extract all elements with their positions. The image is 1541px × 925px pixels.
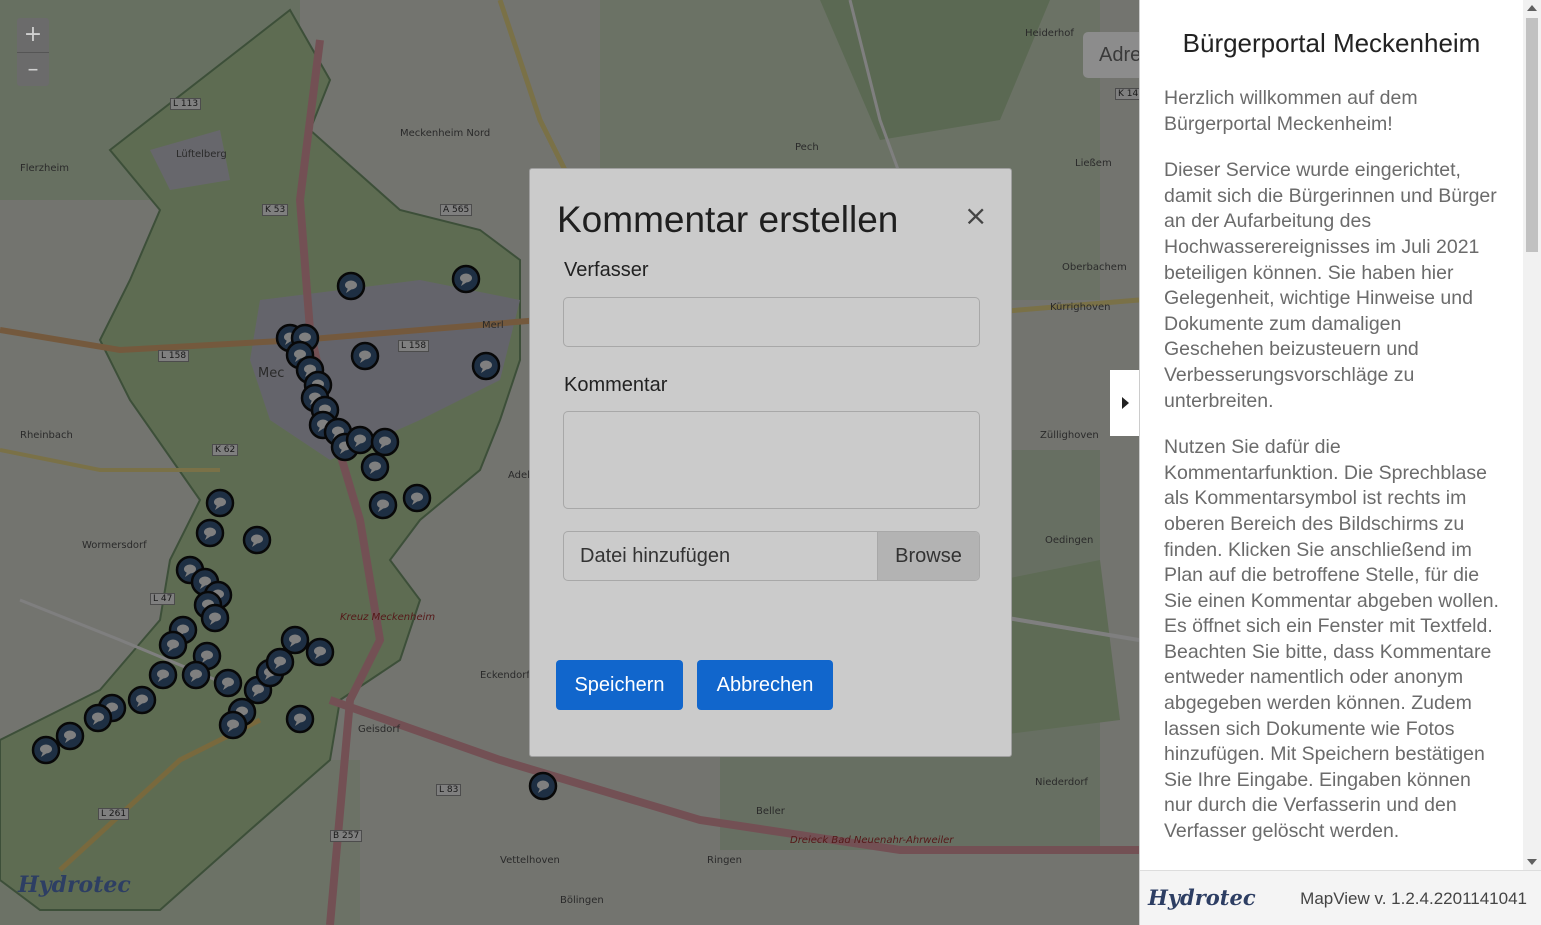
browse-button[interactable]: Browse xyxy=(877,532,979,580)
scroll-down-icon[interactable] xyxy=(1527,859,1537,865)
file-input-label: Datei hinzufügen xyxy=(580,545,731,567)
scrollbar-thumb[interactable] xyxy=(1526,18,1538,252)
panel-paragraph: Herzlich willkommen auf dem Bürgerportal… xyxy=(1164,87,1418,135)
panel-paragraph: Nutzen Sie dafür die Kommentarfunktion. … xyxy=(1164,436,1499,843)
comment-label: Kommentar xyxy=(564,374,668,396)
author-field[interactable] xyxy=(563,297,980,347)
panel-body: Herzlich willkommen auf dem Bürgerportal… xyxy=(1164,86,1504,868)
zoom-out-button[interactable]: – xyxy=(17,52,49,86)
zoom-control: + – xyxy=(17,18,49,86)
create-comment-dialog: Kommentar erstellen × Verfasser Kommenta… xyxy=(529,168,1012,757)
panel-scrollbar[interactable] xyxy=(1523,0,1541,870)
file-input[interactable]: Datei hinzufügen Browse xyxy=(563,531,980,581)
panel-toggle-button[interactable] xyxy=(1110,370,1139,436)
info-panel: Bürgerportal Meckenheim Herzlich willkom… xyxy=(1139,0,1541,925)
dialog-title: Kommentar erstellen xyxy=(557,199,899,240)
zoom-in-button[interactable]: + xyxy=(17,18,49,52)
comment-textarea[interactable] xyxy=(563,411,980,509)
hydrotec-watermark: Hydrotec xyxy=(18,872,131,898)
caret-right-icon xyxy=(1121,397,1129,409)
panel-footer: Hydrotec MapView v. 1.2.4.2201141041 xyxy=(1140,870,1541,925)
panel-paragraph: Dieser Service wurde eingerichtet, damit… xyxy=(1164,159,1497,412)
scroll-up-icon[interactable] xyxy=(1527,5,1537,11)
save-button[interactable]: Speichern xyxy=(556,660,683,710)
address-search-input[interactable]: Adre xyxy=(1083,32,1139,78)
app-root: Lüftelberg Flerzheim Meckenheim Nord Mer… xyxy=(0,0,1541,925)
author-label: Verfasser xyxy=(564,259,649,281)
version-label: MapView v. 1.2.4.2201141041 xyxy=(1300,889,1527,908)
close-icon[interactable]: × xyxy=(964,199,987,232)
panel-title: Bürgerportal Meckenheim xyxy=(1182,28,1481,58)
hydrotec-logo: Hydrotec xyxy=(1148,885,1256,910)
cancel-button[interactable]: Abbrechen xyxy=(697,660,833,710)
